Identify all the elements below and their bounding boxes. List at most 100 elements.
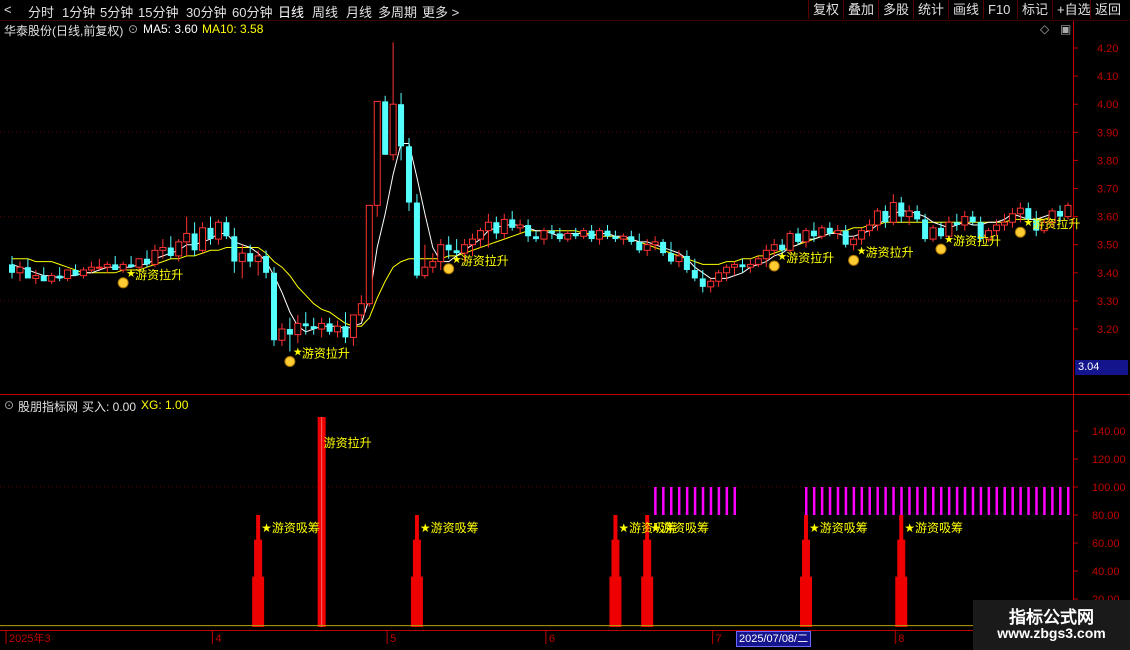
candle — [247, 244, 254, 268]
stock-chart[interactable]: 3.20 3.30 3.40 3.50 3.60 3.70 3.80 3.90 4.00 4.10… — [0, 0, 1130, 650]
candle-body — [746, 263, 754, 268]
candle — [469, 233, 477, 256]
candle — [834, 225, 842, 240]
period-tab-5[interactable]: 60分钟 — [232, 2, 272, 21]
chevron-down-icon[interactable]: ⊙ — [128, 22, 138, 36]
candle-body — [953, 222, 960, 226]
price-tick-label-8: 4.00 — [1097, 99, 1118, 111]
candle-body — [183, 232, 191, 243]
candle-body — [525, 225, 532, 237]
candle-body — [929, 227, 937, 240]
toolbar-button-2[interactable]: 多股 — [878, 0, 913, 19]
candle — [1008, 208, 1016, 228]
magenta-stripe — [916, 487, 919, 515]
indicator-tick-label-3: 80.00 — [1092, 510, 1120, 522]
candle-body — [349, 314, 357, 338]
diamond-icon[interactable]: ◇ — [1040, 22, 1049, 36]
current-price-tag: 3.04 — [1075, 360, 1128, 375]
candle-body — [754, 258, 762, 265]
magenta-stripe — [725, 487, 729, 515]
toolbar-button-0[interactable]: 复权 — [808, 0, 843, 19]
candle-body — [548, 230, 555, 234]
toolbar-button-3[interactable]: 统计 — [913, 0, 948, 19]
indicator-label-2: ★游资吸筹 — [420, 521, 479, 535]
collapse-icon[interactable]: ⊙ — [4, 398, 14, 412]
candle-body — [95, 266, 103, 269]
toolbar-button-6[interactable]: 标记 — [1017, 0, 1052, 19]
indicator-label-5: ★游资吸筹 — [809, 521, 868, 535]
toolbar-button-4[interactable]: 画线 — [948, 0, 983, 19]
toolbar-button-1[interactable]: 叠加 — [843, 0, 878, 19]
magenta-stripe — [924, 487, 927, 515]
candle — [628, 230, 635, 245]
candle-body — [533, 236, 540, 240]
magenta-stripe — [717, 487, 721, 515]
period-tab-3[interactable]: 15分钟 — [138, 2, 178, 21]
price-tick-label-1: 3.30 — [1097, 296, 1118, 308]
candle — [746, 258, 754, 273]
cursor-date-tag: 2025/07/08/二 — [736, 631, 812, 647]
period-tab-1[interactable]: 1分钟 — [62, 2, 95, 21]
period-tab-0[interactable]: 分时 — [28, 2, 54, 21]
toolbar-button-5[interactable]: F10 — [983, 0, 1014, 19]
candle-body — [112, 264, 119, 270]
candle — [556, 227, 563, 242]
candle — [72, 264, 79, 276]
candle — [278, 323, 286, 346]
period-tab-10[interactable]: 更多 > — [422, 2, 459, 21]
candle-body — [564, 232, 572, 240]
watermark: 指标公式网 www.zbgs3.com — [973, 600, 1130, 650]
price-signal-label-0: 游资拉升 — [135, 267, 183, 282]
toolbar-button-8[interactable]: 返回 — [1090, 0, 1125, 19]
candle-body — [914, 210, 921, 220]
candle — [437, 239, 445, 270]
price-signal-label-4: 游资拉升 — [866, 244, 914, 259]
period-tab-7[interactable]: 周线 — [312, 2, 338, 21]
candle-body — [668, 253, 675, 262]
candle — [349, 314, 357, 346]
candle — [231, 227, 238, 273]
candle-body — [342, 326, 349, 338]
period-tab-9[interactable]: 多周期 — [378, 2, 417, 21]
candle-body — [643, 244, 651, 251]
period-tab-4[interactable]: 30分钟 — [186, 2, 226, 21]
candle-body — [334, 325, 342, 333]
indicator-tick-label-2: 60.00 — [1092, 538, 1120, 550]
candle-body — [214, 221, 222, 240]
candle-body — [882, 210, 889, 223]
candle-body — [651, 241, 659, 246]
candle-body — [254, 255, 262, 263]
period-tab-6[interactable]: 日线 — [278, 2, 304, 21]
candle — [699, 269, 706, 293]
period-tab-2[interactable]: 5分钟 — [100, 2, 133, 21]
magenta-stripe — [900, 487, 903, 515]
candle-body — [373, 100, 381, 206]
time-tick-label-3: 6 — [549, 633, 555, 645]
period-tab-8[interactable]: 月线 — [346, 2, 372, 21]
candle-body — [1000, 221, 1008, 226]
candle-body — [818, 227, 826, 237]
candle-body — [889, 202, 897, 223]
candle-body — [596, 230, 604, 240]
candle — [103, 261, 111, 273]
candle-body — [580, 230, 588, 237]
candle — [540, 227, 548, 245]
candle-body — [858, 230, 866, 240]
ma5-line — [11, 143, 1053, 333]
chevron-left-icon[interactable]: < — [4, 2, 12, 17]
candle — [509, 210, 516, 231]
price-signal-label-3: 游资拉升 — [786, 250, 834, 265]
candle — [254, 250, 262, 276]
magenta-stripe — [1043, 487, 1046, 515]
candle-body — [103, 263, 111, 268]
candle — [167, 236, 174, 259]
panel-menu-icon[interactable]: ▣ — [1060, 22, 1071, 36]
candle-body — [715, 272, 723, 282]
candle — [413, 194, 420, 279]
price-tick-label-2: 3.40 — [1097, 268, 1118, 280]
candle — [596, 227, 604, 245]
candle — [493, 216, 500, 240]
toolbar-button-7[interactable]: +自选 — [1052, 0, 1095, 19]
candle — [382, 95, 389, 155]
candle — [619, 233, 627, 245]
